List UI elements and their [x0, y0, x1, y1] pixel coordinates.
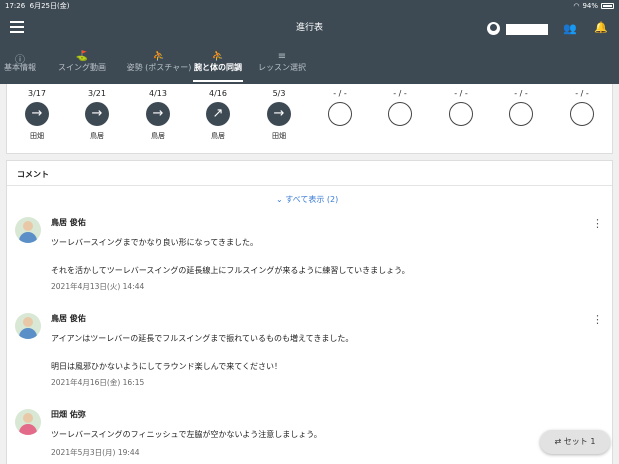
status-time: 17:26 [5, 2, 26, 10]
list-icon: ≡ [277, 51, 287, 62]
tab-label: スイング動画 [58, 63, 106, 72]
divider [7, 185, 612, 186]
tab-label: 腕と体の同調 [194, 63, 242, 72]
step-person: 鳥居 [211, 132, 225, 140]
timeline-step[interactable]: - / - [501, 89, 541, 126]
tab-posture[interactable]: ⛹ 姿勢 (ポスチャー) [117, 44, 201, 84]
set-button-label: セット 1 [563, 437, 596, 446]
arrow-up-right-icon[interactable]: ↗ [206, 102, 230, 126]
status-date: 6月25日(金) [29, 2, 70, 10]
avatar [15, 217, 41, 243]
posture-icon: ⛹ [152, 51, 166, 62]
timeline-step[interactable]: - / - [380, 89, 420, 126]
progress-timeline: 3/17 → 田畑 3/21 → 鳥居 4/13 → 鳥居 4/16 ↗ 鳥居 … [6, 84, 613, 154]
step-person: 田畑 [30, 132, 44, 140]
comment-author: 鳥居 俊佑 [51, 218, 86, 227]
more-vert-icon[interactable]: ⋮ [592, 217, 603, 230]
comments-card: コメント ⌄ すべて表示 (2) 鳥居 俊佑 ツーレバースイングまでかなり良い形… [6, 160, 613, 464]
comment-text: ツーレバースイングのフィニッシュで左脇が空かないよう注意しましょう。 [51, 430, 322, 439]
step-person: 鳥居 [151, 132, 165, 140]
arrow-right-icon[interactable]: → [267, 102, 291, 126]
timeline-step[interactable]: 4/16 ↗ 鳥居 [198, 89, 238, 141]
empty-step-circle[interactable] [570, 102, 594, 126]
step-date: - / - [575, 89, 589, 98]
status-right: ◠ 94% [573, 2, 614, 10]
empty-step-circle[interactable] [509, 102, 533, 126]
timeline-step[interactable]: - / - [562, 89, 602, 126]
show-all-link[interactable]: ⌄ すべて表示 (2) [276, 194, 338, 205]
comment-text: 明日は風邪ひかないようにしてラウンド楽しんで来てください！ [51, 362, 282, 371]
timeline-step[interactable]: 5/3 → 田畑 [259, 89, 299, 141]
empty-step-circle[interactable] [449, 102, 473, 126]
step-date: - / - [514, 89, 528, 98]
user-avatar-icon[interactable] [487, 22, 500, 35]
step-date: 4/16 [209, 89, 227, 98]
tab-label: 姿勢 (ポスチャー) [126, 63, 192, 72]
timeline-step[interactable]: 3/21 → 鳥居 [77, 89, 117, 141]
tab-swing-video[interactable]: ⛳ スイング動画 [52, 44, 112, 84]
step-date: 3/21 [88, 89, 106, 98]
arm-body-sync-icon: ⛹ [211, 51, 225, 62]
comment-text: アイアンはツーレバーの延長でフルスイングまで振れているものも増えてきました。 [51, 334, 354, 343]
status-time-date: 17:26 6月25日(金) [5, 1, 69, 11]
step-date: - / - [454, 89, 468, 98]
arrow-right-icon[interactable]: → [146, 102, 170, 126]
comment-author: 鳥居 俊佑 [51, 314, 86, 323]
step-date: 4/13 [149, 89, 167, 98]
swap-icon: ⇄ [554, 437, 562, 446]
user-name-box[interactable] [506, 24, 548, 35]
comment-item: 鳥居 俊佑 ツーレバースイングまでかなり良い形になってきました。 それを活かして… [15, 217, 605, 297]
timeline-step[interactable]: 3/17 → 田畑 [17, 89, 57, 141]
tab-basic-info[interactable]: ⓘ 基本情報 [0, 44, 40, 84]
avatar [15, 313, 41, 339]
set-switch-button[interactable]: ⇄ セット 1 [540, 430, 610, 454]
status-bar: 17:26 6月25日(金) ◠ 94% [0, 0, 619, 12]
comment-text: それを活かしてツーレバースイングの延長線上にフルスイングが来るように練習していき… [51, 266, 410, 275]
step-person: 田畑 [272, 132, 286, 140]
arrow-right-icon[interactable]: → [25, 102, 49, 126]
comment-date: 2021年4月16日(金) 16:15 [51, 378, 145, 387]
golfer-icon: ⛳ [75, 51, 89, 62]
timeline-step[interactable]: 4/13 → 鳥居 [138, 89, 178, 141]
step-date: - / - [333, 89, 347, 98]
timeline-step[interactable]: - / - [441, 89, 481, 126]
arrow-right-icon[interactable]: → [85, 102, 109, 126]
wifi-icon: ◠ [573, 2, 580, 10]
tab-lesson-select[interactable]: ≡ レッスン選択 [255, 44, 309, 84]
more-vert-icon[interactable]: ⋮ [592, 313, 603, 326]
timeline-step[interactable]: - / - [320, 89, 360, 126]
tab-bar: ⓘ 基本情報 ⛳ スイング動画 ⛹ 姿勢 (ポスチャー) ⛹ 腕と体の同調 ≡ … [0, 44, 619, 84]
people-icon[interactable]: 👥 [563, 22, 577, 35]
info-icon: ⓘ [15, 55, 25, 66]
tab-label: 基本情報 [4, 63, 36, 72]
comment-author: 田畑 佑弥 [51, 410, 86, 419]
comment-text: ツーレバースイングまでかなり良い形になってきました。 [51, 238, 258, 247]
battery-percent: 94% [582, 2, 598, 10]
avatar [15, 409, 41, 435]
comment-item: 鳥居 俊佑 アイアンはツーレバーの延長でフルスイングまで振れているものも増えてき… [15, 313, 605, 393]
comment-item: 田畑 佑弥 ツーレバースイングのフィニッシュで左脇が空かないよう注意しましょう。… [15, 409, 605, 464]
tab-label: レッスン選択 [258, 63, 306, 72]
comments-title: コメント [17, 170, 49, 179]
step-person: 鳥居 [90, 132, 104, 140]
empty-step-circle[interactable] [328, 102, 352, 126]
step-date: - / - [393, 89, 407, 98]
empty-step-circle[interactable] [388, 102, 412, 126]
bell-icon[interactable]: 🔔 [594, 21, 608, 34]
comment-date: 2021年5月3日(月) 19:44 [51, 448, 140, 457]
tab-arm-body-sync[interactable]: ⛹ 腕と体の同調 [193, 44, 243, 84]
comment-date: 2021年4月13日(火) 14:44 [51, 282, 145, 291]
step-date: 5/3 [272, 89, 286, 98]
app-header: 進行表 👥 🔔 [0, 12, 619, 44]
battery-icon [601, 3, 614, 9]
step-date: 3/17 [28, 89, 46, 98]
